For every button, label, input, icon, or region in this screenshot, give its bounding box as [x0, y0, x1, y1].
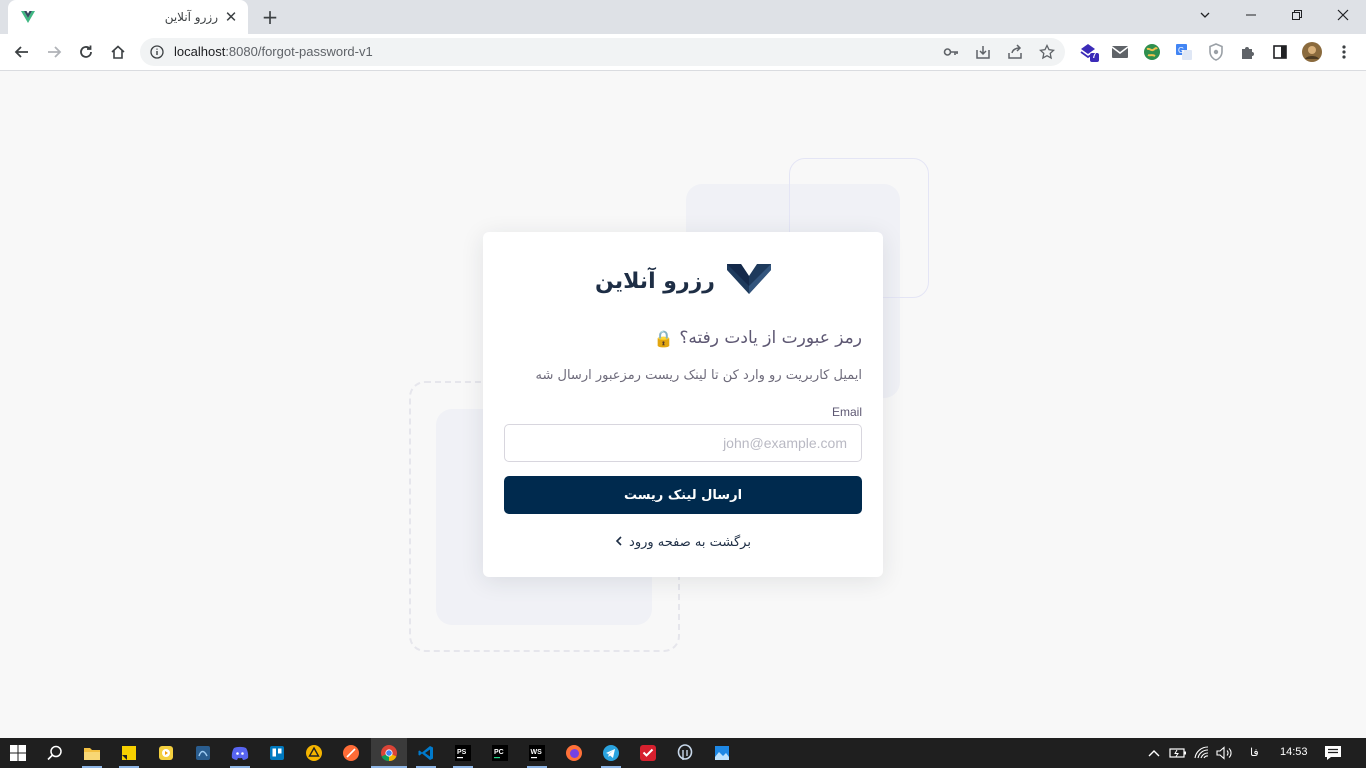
back-to-login-link[interactable]: برگشت به صفحه ورود [483, 535, 883, 550]
chevron-left-icon [615, 535, 623, 550]
svg-text:WS: WS [531, 749, 543, 756]
back-to-login-label: برگشت به صفحه ورود [629, 535, 751, 550]
send-reset-link-button[interactable]: ارسال لینک ریست [504, 476, 862, 514]
browser-tab[interactable]: رزرو آنلاین ✕ [8, 0, 248, 34]
bookmark-star-icon[interactable] [1038, 43, 1056, 61]
discord-icon[interactable] [230, 743, 250, 763]
lock-icon: 🔒 [653, 328, 674, 348]
warning-app-icon[interactable] [304, 743, 324, 763]
extensions-puzzle-icon[interactable] [1238, 42, 1258, 62]
svg-text:PC: PC [494, 749, 504, 756]
shield-icon[interactable] [1206, 42, 1226, 62]
forward-arrow-icon[interactable] [41, 39, 67, 65]
back-arrow-icon[interactable] [9, 39, 35, 65]
tab-title: رزرو آنلاین [164, 10, 218, 24]
brand-name: رزرو آنلاین [595, 268, 715, 294]
description-text: ایمیل کاربریت رو وارد کن تا لینک ریست رم… [535, 368, 862, 383]
share-icon[interactable] [1006, 43, 1024, 61]
wifi-icon[interactable] [1192, 743, 1212, 763]
tab-close-icon[interactable]: ✕ [222, 8, 240, 26]
phpstorm-icon[interactable]: PS [453, 743, 473, 763]
menu-kebab-icon[interactable] [1334, 42, 1354, 62]
tab-search-chevron-icon[interactable] [1182, 0, 1228, 30]
email-field[interactable] [504, 424, 862, 462]
volume-icon[interactable] [1215, 743, 1235, 763]
media-player-icon[interactable] [156, 743, 176, 763]
photos-icon[interactable] [712, 743, 732, 763]
battery-icon[interactable] [1168, 743, 1188, 763]
telegram-icon[interactable] [601, 743, 621, 763]
chrome-icon[interactable] [379, 743, 399, 763]
chevron-up-icon[interactable] [1144, 743, 1164, 763]
postman-icon[interactable] [341, 743, 361, 763]
reload-icon[interactable] [73, 39, 99, 65]
firefox-icon[interactable] [564, 743, 584, 763]
windows-taskbar: PS PC WS فا 14:53 [0, 738, 1366, 768]
trello-icon[interactable] [267, 743, 287, 763]
svg-text:PS: PS [457, 749, 467, 756]
site-info-icon[interactable] [148, 43, 166, 61]
browser-tabstrip: رزرو آنلاین ✕ + [0, 0, 1366, 34]
mysql-workbench-icon[interactable] [193, 743, 213, 763]
close-window-button[interactable] [1320, 0, 1366, 30]
email-label: Email [831, 405, 862, 419]
brand: رزرو آنلاین [483, 264, 883, 298]
address-bar[interactable]: localhost:8080/forgot-password-v1 [140, 38, 1065, 66]
globe-extension-icon[interactable] [1142, 42, 1162, 62]
translate-icon[interactable]: G [1174, 42, 1194, 62]
install-app-icon[interactable] [974, 43, 992, 61]
new-tab-button[interactable]: + [259, 6, 281, 28]
key-icon[interactable] [942, 43, 960, 61]
heading-text: رمز عبورت از یادت رفته؟ [679, 328, 862, 348]
input-language[interactable]: فا [1250, 746, 1259, 759]
vscode-icon[interactable] [416, 743, 436, 763]
notifications-icon[interactable] [1323, 743, 1343, 763]
url-text: localhost:8080/forgot-password-v1 [174, 44, 373, 59]
webstorm-icon[interactable]: WS [527, 743, 547, 763]
windows-start-icon[interactable] [8, 743, 28, 763]
extension-badge: 7 [1092, 51, 1097, 60]
search-icon[interactable] [45, 743, 65, 763]
brand-logo-icon [726, 264, 771, 298]
page-title: رمز عبورت از یادت رفته؟ 🔒 [653, 328, 862, 348]
file-explorer-icon[interactable] [82, 743, 102, 763]
clock[interactable]: 14:53 [1280, 746, 1308, 758]
forgot-password-card: رزرو آنلاین رمز عبورت از یادت رفته؟ 🔒 ای… [483, 232, 883, 577]
vue-logo-icon [20, 9, 36, 25]
extension-stack-icon[interactable]: 7 [1079, 42, 1099, 62]
mail-icon[interactable] [1110, 42, 1130, 62]
red-app-icon[interactable] [638, 743, 658, 763]
minimize-button[interactable] [1228, 0, 1274, 30]
sticky-notes-icon[interactable] [119, 743, 139, 763]
postgresql-icon[interactable] [675, 743, 695, 763]
profile-avatar[interactable] [1302, 42, 1322, 62]
svg-text:G: G [1178, 46, 1184, 55]
pycharm-icon[interactable]: PC [490, 743, 510, 763]
home-icon[interactable] [105, 39, 131, 65]
restore-button[interactable] [1274, 0, 1320, 30]
browser-toolbar: localhost:8080/forgot-password-v1 7 G [0, 34, 1366, 71]
side-panel-icon[interactable] [1270, 42, 1290, 62]
